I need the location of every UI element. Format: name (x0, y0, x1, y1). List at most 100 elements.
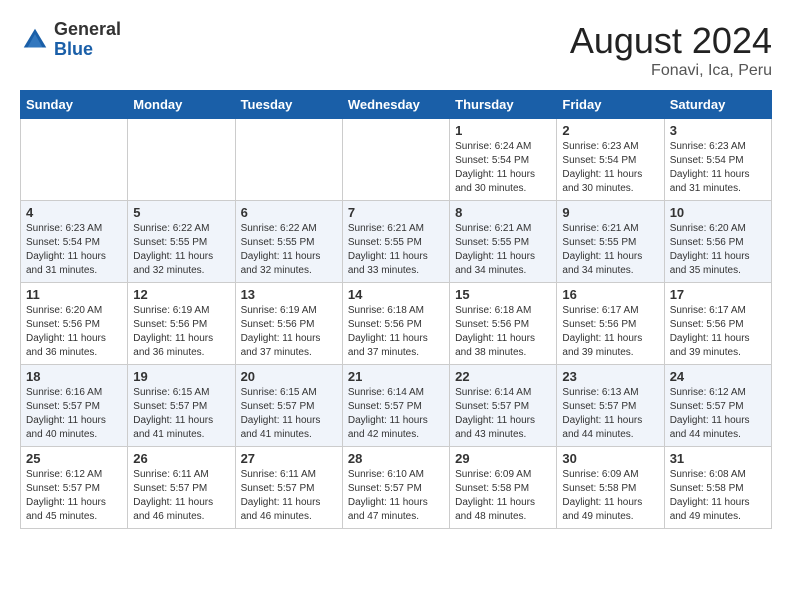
page-header: General Blue August 2024 Fonavi, Ica, Pe… (20, 20, 772, 80)
day-info: Sunrise: 6:12 AM Sunset: 5:57 PM Dayligh… (670, 386, 766, 442)
day-info: Sunrise: 6:09 AM Sunset: 5:58 PM Dayligh… (455, 468, 551, 524)
header-wednesday: Wednesday (342, 91, 449, 119)
calendar-week-row: 18 Sunrise: 6:16 AM Sunset: 5:57 PM Dayli… (21, 365, 772, 447)
day-info: Sunrise: 6:24 AM Sunset: 5:54 PM Dayligh… (455, 140, 551, 196)
calendar-cell (128, 119, 235, 201)
calendar-week-row: 25 Sunrise: 6:12 AM Sunset: 5:57 PM Dayli… (21, 447, 772, 529)
calendar-cell: 15Sunrise: 6:18 AM Sunset: 5:56 PM Dayli… (450, 283, 557, 365)
calendar-cell: 3 Sunrise: 6:23 AM Sunset: 5:54 PM Daylig… (664, 119, 771, 201)
day-info: Sunrise: 6:19 AM Sunset: 5:56 PM Dayligh… (133, 304, 229, 360)
day-number: 5 (133, 205, 229, 220)
calendar-cell: 12 Sunrise: 6:19 AM Sunset: 5:56 PM Dayli… (128, 283, 235, 365)
calendar-cell: 29Sunrise: 6:09 AM Sunset: 5:58 PM Dayli… (450, 447, 557, 529)
header-monday: Monday (128, 91, 235, 119)
day-number: 23 (562, 369, 658, 384)
day-number: 24 (670, 369, 766, 384)
day-number: 16 (562, 287, 658, 302)
day-info: Sunrise: 6:20 AM Sunset: 5:56 PM Dayligh… (670, 222, 766, 278)
calendar-cell: 30 Sunrise: 6:09 AM Sunset: 5:58 PM Dayli… (557, 447, 664, 529)
day-info: Sunrise: 6:11 AM Sunset: 5:57 PM Dayligh… (241, 468, 337, 524)
day-number: 17 (670, 287, 766, 302)
day-info: Sunrise: 6:21 AM Sunset: 5:55 PM Dayligh… (455, 222, 551, 278)
logo-general-text: General (54, 20, 121, 40)
calendar-cell: 5 Sunrise: 6:22 AM Sunset: 5:55 PM Daylig… (128, 201, 235, 283)
calendar-cell: 18 Sunrise: 6:16 AM Sunset: 5:57 PM Dayli… (21, 365, 128, 447)
calendar-week-row: 1Sunrise: 6:24 AM Sunset: 5:54 PM Daylig… (21, 119, 772, 201)
calendar-cell: 2Sunrise: 6:23 AM Sunset: 5:54 PM Daylig… (557, 119, 664, 201)
day-number: 20 (241, 369, 337, 384)
day-number: 8 (455, 205, 551, 220)
day-number: 11 (26, 287, 122, 302)
calendar-cell: 23 Sunrise: 6:13 AM Sunset: 5:57 PM Dayli… (557, 365, 664, 447)
day-info: Sunrise: 6:22 AM Sunset: 5:55 PM Dayligh… (241, 222, 337, 278)
day-number: 19 (133, 369, 229, 384)
day-info: Sunrise: 6:16 AM Sunset: 5:57 PM Dayligh… (26, 386, 122, 442)
calendar-cell (342, 119, 449, 201)
day-info: Sunrise: 6:19 AM Sunset: 5:56 PM Dayligh… (241, 304, 337, 360)
day-number: 22 (455, 369, 551, 384)
calendar-cell: 19 Sunrise: 6:15 AM Sunset: 5:57 PM Dayli… (128, 365, 235, 447)
calendar-cell: 9 Sunrise: 6:21 AM Sunset: 5:55 PM Daylig… (557, 201, 664, 283)
day-info: Sunrise: 6:18 AM Sunset: 5:56 PM Dayligh… (455, 304, 551, 360)
day-info: Sunrise: 6:23 AM Sunset: 5:54 PM Dayligh… (670, 140, 766, 196)
day-info: Sunrise: 6:11 AM Sunset: 5:57 PM Dayligh… (133, 468, 229, 524)
calendar-cell: 27Sunrise: 6:11 AM Sunset: 5:57 PM Dayli… (235, 447, 342, 529)
header-tuesday: Tuesday (235, 91, 342, 119)
calendar-cell: 4 Sunrise: 6:23 AM Sunset: 5:54 PM Daylig… (21, 201, 128, 283)
day-number: 18 (26, 369, 122, 384)
day-info: Sunrise: 6:20 AM Sunset: 5:56 PM Dayligh… (26, 304, 122, 360)
calendar-cell: 20 Sunrise: 6:15 AM Sunset: 5:57 PM Dayli… (235, 365, 342, 447)
calendar-cell: 25 Sunrise: 6:12 AM Sunset: 5:57 PM Dayli… (21, 447, 128, 529)
calendar-cell: 22 Sunrise: 6:14 AM Sunset: 5:57 PM Dayli… (450, 365, 557, 447)
logo-blue-text: Blue (54, 40, 121, 60)
day-info: Sunrise: 6:09 AM Sunset: 5:58 PM Dayligh… (562, 468, 658, 524)
day-info: Sunrise: 6:17 AM Sunset: 5:56 PM Dayligh… (670, 304, 766, 360)
day-number: 13 (241, 287, 337, 302)
calendar-cell: 31Sunrise: 6:08 AM Sunset: 5:58 PM Dayli… (664, 447, 771, 529)
title-section: August 2024 Fonavi, Ica, Peru (570, 20, 772, 80)
calendar-cell: 11 Sunrise: 6:20 AM Sunset: 5:56 PM Dayli… (21, 283, 128, 365)
day-number: 26 (133, 451, 229, 466)
day-info: Sunrise: 6:14 AM Sunset: 5:57 PM Dayligh… (348, 386, 444, 442)
day-info: Sunrise: 6:13 AM Sunset: 5:57 PM Dayligh… (562, 386, 658, 442)
day-number: 4 (26, 205, 122, 220)
day-info: Sunrise: 6:15 AM Sunset: 5:57 PM Dayligh… (241, 386, 337, 442)
calendar-cell (21, 119, 128, 201)
calendar-cell: 26 Sunrise: 6:11 AM Sunset: 5:57 PM Dayli… (128, 447, 235, 529)
calendar-cell: 14 Sunrise: 6:18 AM Sunset: 5:56 PM Dayli… (342, 283, 449, 365)
day-number: 7 (348, 205, 444, 220)
calendar-cell: 17 Sunrise: 6:17 AM Sunset: 5:56 PM Dayli… (664, 283, 771, 365)
calendar-cell: 24 Sunrise: 6:12 AM Sunset: 5:57 PM Dayli… (664, 365, 771, 447)
day-info: Sunrise: 6:23 AM Sunset: 5:54 PM Dayligh… (26, 222, 122, 278)
calendar-cell (235, 119, 342, 201)
day-number: 31 (670, 451, 766, 466)
day-number: 12 (133, 287, 229, 302)
day-number: 6 (241, 205, 337, 220)
header-sunday: Sunday (21, 91, 128, 119)
day-info: Sunrise: 6:21 AM Sunset: 5:55 PM Dayligh… (562, 222, 658, 278)
calendar-cell: 8 Sunrise: 6:21 AM Sunset: 5:55 PM Daylig… (450, 201, 557, 283)
day-info: Sunrise: 6:12 AM Sunset: 5:57 PM Dayligh… (26, 468, 122, 524)
location-subtitle: Fonavi, Ica, Peru (570, 62, 772, 80)
calendar-cell: 16 Sunrise: 6:17 AM Sunset: 5:56 PM Dayli… (557, 283, 664, 365)
calendar-week-row: 11 Sunrise: 6:20 AM Sunset: 5:56 PM Dayli… (21, 283, 772, 365)
day-number: 9 (562, 205, 658, 220)
day-info: Sunrise: 6:22 AM Sunset: 5:55 PM Dayligh… (133, 222, 229, 278)
day-info: Sunrise: 6:17 AM Sunset: 5:56 PM Dayligh… (562, 304, 658, 360)
header-thursday: Thursday (450, 91, 557, 119)
calendar-cell: 6 Sunrise: 6:22 AM Sunset: 5:55 PM Daylig… (235, 201, 342, 283)
day-info: Sunrise: 6:18 AM Sunset: 5:56 PM Dayligh… (348, 304, 444, 360)
day-info: Sunrise: 6:15 AM Sunset: 5:57 PM Dayligh… (133, 386, 229, 442)
calendar-cell: 1Sunrise: 6:24 AM Sunset: 5:54 PM Daylig… (450, 119, 557, 201)
day-info: Sunrise: 6:14 AM Sunset: 5:57 PM Dayligh… (455, 386, 551, 442)
calendar-cell: 10Sunrise: 6:20 AM Sunset: 5:56 PM Dayli… (664, 201, 771, 283)
day-number: 30 (562, 451, 658, 466)
day-number: 28 (348, 451, 444, 466)
day-info: Sunrise: 6:21 AM Sunset: 5:55 PM Dayligh… (348, 222, 444, 278)
day-info: Sunrise: 6:10 AM Sunset: 5:57 PM Dayligh… (348, 468, 444, 524)
calendar-header-row: SundayMondayTuesdayWednesdayThursdayFrid… (21, 91, 772, 119)
header-friday: Friday (557, 91, 664, 119)
day-number: 14 (348, 287, 444, 302)
day-number: 3 (670, 123, 766, 138)
day-number: 25 (26, 451, 122, 466)
